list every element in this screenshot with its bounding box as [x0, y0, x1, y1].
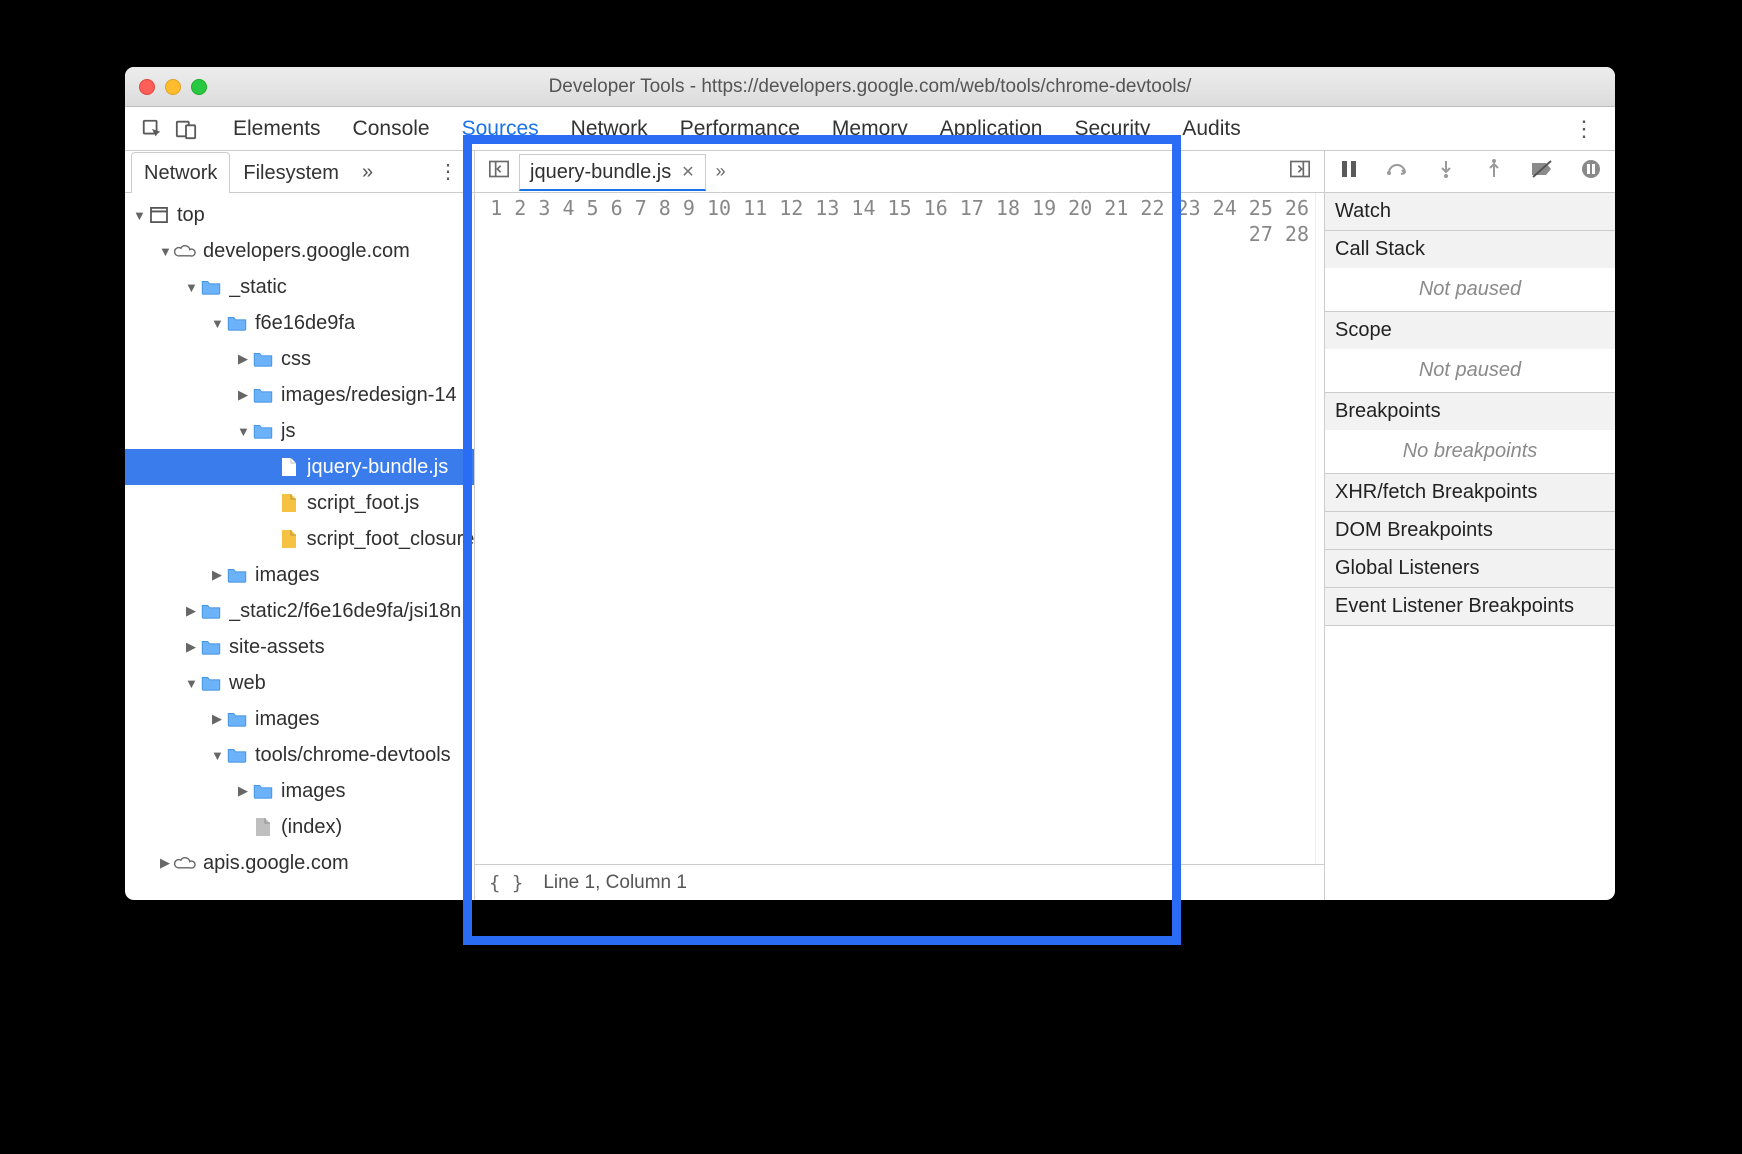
event-listener-breakpoints-header[interactable]: Event Listener Breakpoints [1325, 588, 1615, 625]
tree-row-label: images/redesign-14 [281, 384, 457, 407]
navigator-tab-filesystem[interactable]: Filesystem [230, 152, 352, 193]
tree-row[interactable]: jquery-bundle.js [125, 449, 474, 485]
close-tab-icon[interactable]: ✕ [681, 162, 694, 182]
file-tab-label: jquery-bundle.js [530, 161, 671, 184]
panel-tab-console[interactable]: Console [353, 117, 430, 141]
step-out-icon[interactable] [1481, 159, 1507, 185]
step-into-icon[interactable] [1433, 159, 1459, 185]
tree-row[interactable]: ▶images/redesign-14 [125, 377, 474, 413]
file-tree[interactable]: ▼top▼developers.google.com▼_static▼f6e16… [125, 193, 474, 900]
tree-row-label: _static2/f6e16de9fa/jsi18n [229, 600, 461, 623]
panel-tab-sources[interactable]: Sources [462, 117, 539, 141]
tree-row[interactable]: ▼_static [125, 269, 474, 305]
navigator-menu-button[interactable]: ⋮ [428, 159, 468, 192]
pretty-print-icon[interactable]: { } [489, 872, 523, 894]
tree-row-label: images [255, 708, 319, 731]
editor-pane: jquery-bundle.js ✕ » 1 2 3 4 5 6 7 8 9 1… [475, 151, 1325, 900]
navigator-pane: Network Filesystem » ⋮ ▼top▼developers.g… [125, 151, 475, 900]
panel-tab-audits[interactable]: Audits [1182, 117, 1240, 141]
tree-row[interactable]: script_foot.js [125, 485, 474, 521]
tree-row[interactable]: ▶site-assets [125, 629, 474, 665]
tree-row[interactable]: (index) [125, 809, 474, 845]
panel-tab-performance[interactable]: Performance [680, 117, 800, 141]
navigator-tabs: Network Filesystem » ⋮ [125, 151, 474, 193]
file-tab-active[interactable]: jquery-bundle.js ✕ [519, 154, 706, 191]
scope-empty: Not paused [1325, 349, 1615, 392]
panel-tab-network[interactable]: Network [571, 117, 648, 141]
titlebar: Developer Tools - https://developers.goo… [125, 67, 1615, 107]
toggle-debugger-icon[interactable] [1284, 160, 1316, 183]
debugger-toolbar [1325, 151, 1615, 193]
more-options-button[interactable]: ⋮ [1559, 116, 1609, 142]
tree-row[interactable]: ▼web [125, 665, 474, 701]
scope-section-header[interactable]: Scope [1325, 312, 1615, 349]
callstack-empty: Not paused [1325, 268, 1615, 311]
code-content[interactable]: //third_party/javascript/jquery2/jquery2… [1316, 193, 1324, 864]
pause-resume-icon[interactable] [1336, 160, 1362, 184]
editor-statusbar: { } Line 1, Column 1 [475, 864, 1324, 900]
callstack-section-header[interactable]: Call Stack [1325, 231, 1615, 268]
step-over-icon[interactable] [1384, 160, 1410, 184]
dom-breakpoints-header[interactable]: DOM Breakpoints [1325, 512, 1615, 549]
breakpoints-empty: No breakpoints [1325, 430, 1615, 473]
tree-row[interactable]: ▶css [125, 341, 474, 377]
tree-row[interactable]: ▶_static2/f6e16de9fa/jsi18n [125, 593, 474, 629]
debugger-pane: Watch Call Stack Not paused Scope Not pa… [1325, 151, 1615, 900]
panel-tab-security[interactable]: Security [1074, 117, 1150, 141]
tree-row[interactable]: ▶images [125, 557, 474, 593]
tree-row-label: images [281, 780, 345, 803]
tree-row-label: css [281, 348, 311, 371]
tree-row[interactable]: ▼f6e16de9fa [125, 305, 474, 341]
tree-row-label: site-assets [229, 636, 325, 659]
panel-tab-elements[interactable]: Elements [233, 117, 321, 141]
watch-section-header[interactable]: Watch [1325, 193, 1615, 230]
tree-row-label: top [177, 204, 205, 227]
panel-tabs: Elements Console Sources Network Performance… [233, 117, 1241, 141]
tree-row-label: tools/chrome-devtools [255, 744, 451, 767]
tree-row-label: (index) [281, 816, 342, 839]
deactivate-breakpoints-icon[interactable] [1529, 160, 1555, 184]
tree-row[interactable]: ▼tools/chrome-devtools [125, 737, 474, 773]
tree-row-label: f6e16de9fa [255, 312, 355, 335]
xhr-breakpoints-header[interactable]: XHR/fetch Breakpoints [1325, 474, 1615, 511]
tree-row-label: images [255, 564, 319, 587]
window-title: Developer Tools - https://developers.goo… [125, 76, 1615, 98]
cursor-position: Line 1, Column 1 [543, 872, 687, 894]
breakpoints-section-header[interactable]: Breakpoints [1325, 393, 1615, 430]
global-listeners-header[interactable]: Global Listeners [1325, 550, 1615, 587]
more-tabs-icon[interactable]: » [710, 161, 732, 182]
panel-tab-application[interactable]: Application [940, 117, 1043, 141]
inspect-element-icon[interactable] [141, 118, 163, 140]
tree-row[interactable]: ▶images [125, 701, 474, 737]
navigator-tab-network[interactable]: Network [131, 152, 230, 193]
panel-tab-memory[interactable]: Memory [832, 117, 908, 141]
pause-on-exceptions-icon[interactable] [1578, 159, 1604, 185]
tree-row-label: apis.google.com [203, 852, 349, 875]
tree-row-label: jquery-bundle.js [307, 456, 448, 479]
tree-row-label: script_foot.js [307, 492, 419, 515]
tree-row-label: js [281, 420, 295, 443]
tree-row-label: web [229, 672, 266, 695]
navigator-more-tabs-icon[interactable]: » [352, 161, 383, 192]
line-gutter: 1 2 3 4 5 6 7 8 9 10 11 12 13 14 15 16 1… [475, 193, 1316, 864]
toggle-navigator-icon[interactable] [483, 160, 515, 183]
devtools-window: Developer Tools - https://developers.goo… [125, 67, 1615, 900]
tree-row[interactable]: ▶images [125, 773, 474, 809]
tree-row[interactable]: ▼developers.google.com [125, 233, 474, 269]
tree-row-label: script_foot_closure [307, 528, 474, 551]
tree-row[interactable]: ▼js [125, 413, 474, 449]
device-toggle-icon[interactable] [175, 118, 197, 140]
main-toolbar: Elements Console Sources Network Performance… [125, 107, 1615, 151]
tree-row[interactable]: ▶apis.google.com [125, 845, 474, 881]
tree-row-label: _static [229, 276, 287, 299]
tree-row-label: developers.google.com [203, 240, 410, 263]
tree-row[interactable]: script_foot_closure [125, 521, 474, 557]
tree-row[interactable]: ▼top [125, 197, 474, 233]
